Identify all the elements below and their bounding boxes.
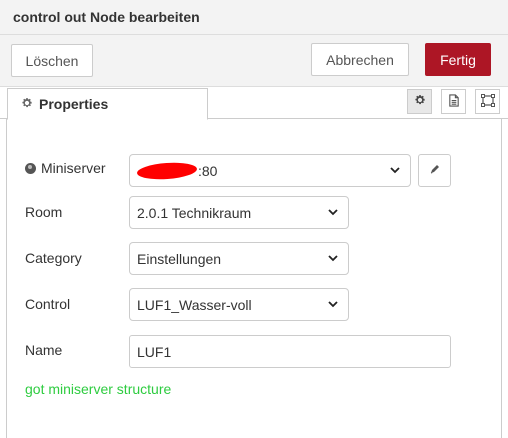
control-value: LUF1_Wasser-voll <box>137 296 252 313</box>
tab-description[interactable] <box>441 89 466 114</box>
done-button[interactable]: Fertig <box>425 43 491 76</box>
miniserver-label: Miniserver <box>25 160 106 176</box>
edit-miniserver-button[interactable] <box>418 154 451 187</box>
tabs-row: Properties <box>0 87 508 120</box>
gear-icon <box>414 94 426 109</box>
tab-appearance[interactable] <box>475 89 500 114</box>
description-icon <box>448 93 460 110</box>
globe-icon <box>25 162 36 174</box>
room-label: Room <box>25 204 63 220</box>
category-select[interactable]: Einstellungen <box>129 242 349 275</box>
tab-properties-label: Properties <box>39 96 109 112</box>
tray-toolbar: Löschen Abbrechen Fertig <box>0 35 508 87</box>
chevron-down-icon <box>328 301 338 308</box>
pencil-icon <box>429 162 441 180</box>
gear-icon <box>21 97 33 112</box>
category-label: Category <box>25 250 82 266</box>
redaction-mark <box>136 160 198 181</box>
control-label: Control <box>25 296 71 312</box>
name-label: Name <box>25 342 63 358</box>
chevron-down-icon <box>390 167 400 174</box>
cancel-button[interactable]: Abbrechen <box>311 43 409 76</box>
tab-settings[interactable] <box>407 89 432 114</box>
category-value: Einstellungen <box>137 250 222 267</box>
tray-header: control out Node bearbeiten <box>0 0 508 35</box>
chevron-down-icon <box>328 255 338 262</box>
room-select[interactable]: 2.0.1 Technikraum <box>129 196 349 229</box>
delete-button[interactable]: Löschen <box>11 44 93 77</box>
appearance-icon <box>480 93 495 110</box>
miniserver-value: :80 <box>198 162 218 179</box>
tab-properties[interactable]: Properties <box>7 88 208 120</box>
tray-title: control out Node bearbeiten <box>13 9 200 25</box>
name-input[interactable]: LUF1 <box>129 335 451 368</box>
chevron-down-icon <box>328 209 338 216</box>
control-select[interactable]: LUF1_Wasser-voll <box>129 288 349 321</box>
room-value: 2.0.1 Technikraum <box>137 204 252 221</box>
miniserver-select[interactable]: :80 <box>129 154 411 187</box>
status-message: got miniserver structure <box>25 381 172 397</box>
